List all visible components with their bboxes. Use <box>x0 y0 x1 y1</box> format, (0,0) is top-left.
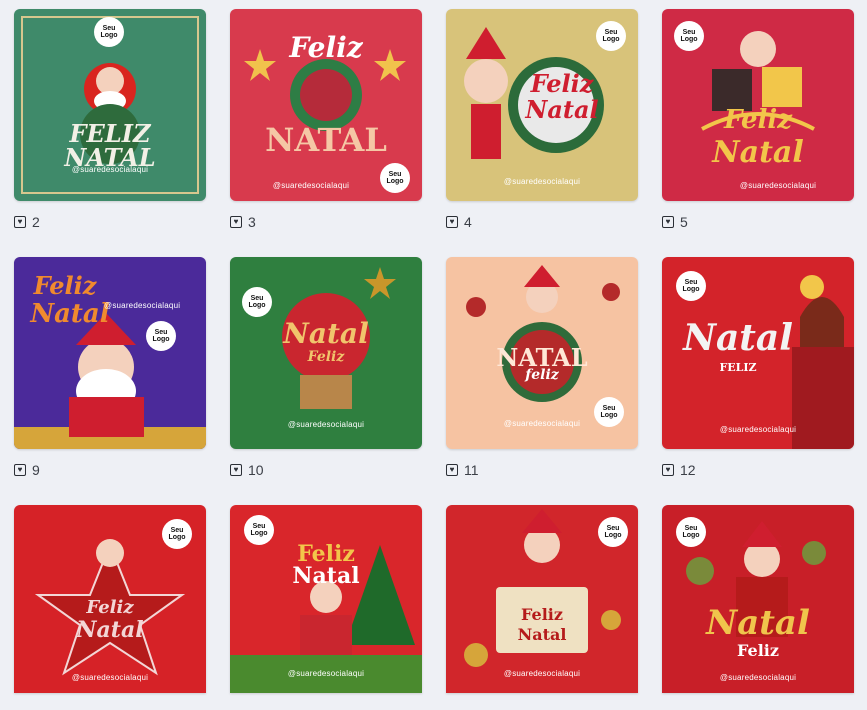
brand-logo: Seu Logo <box>676 517 706 547</box>
card-thumbnail[interactable]: Seu Logo FELIZ NATAL @suaredesocialaqui <box>14 9 206 201</box>
greeting-bottom: feliz <box>525 367 559 383</box>
card-meta: ♥ 2 <box>14 213 206 231</box>
card-meta: ♥ 9 <box>14 461 206 479</box>
greeting-top: Natal <box>283 317 369 350</box>
card-thumbnail[interactable]: Seu Logo Feliz Natal @suaredesocialaqui <box>14 257 206 449</box>
card-thumbnail[interactable]: Seu Logo Natal FELIZ @suaredesocialaqui <box>662 257 854 449</box>
greeting-bottom: Natal <box>525 95 599 124</box>
gallery-card[interactable]: Seu Logo NATAL feliz @suaredesocialaqui ♥… <box>446 257 638 479</box>
brand-logo: Seu Logo <box>596 21 626 51</box>
social-handle: @suaredesocialaqui <box>272 181 350 190</box>
likes-count: 11 <box>464 462 479 478</box>
greeting-top: Feliz <box>530 69 594 98</box>
social-handle: @suaredesocialaqui <box>71 673 149 682</box>
gallery-card[interactable]: Seu Logo Feliz NATAL @suaredesocialaqui ♥… <box>230 9 422 231</box>
social-handle: @suaredesocialaqui <box>719 673 797 682</box>
heart-icon[interactable]: ♥ <box>230 216 242 228</box>
greeting-bottom: FELIZ <box>719 361 757 374</box>
likes-count: 10 <box>248 462 264 478</box>
gallery-card[interactable]: Seu Logo Feliz Natal @suaredesocialaqui ♥… <box>662 9 854 231</box>
likes-count: 2 <box>32 214 40 230</box>
greeting-bottom: Natal <box>712 135 804 170</box>
gallery-card[interactable]: Seu Logo Natal Feliz @suaredesocialaqui <box>662 505 854 693</box>
gallery-card[interactable]: Seu Logo Natal Feliz @suaredesocialaqui ♥… <box>230 257 422 479</box>
greeting-bottom: NATAL <box>265 121 387 159</box>
card-thumbnail[interactable]: Seu Logo Feliz Natal @suaredesocialaqui <box>446 9 638 201</box>
card-thumbnail[interactable]: Seu Logo Feliz Natal @suaredesocialaqui <box>662 9 854 201</box>
brand-logo: Seu Logo <box>242 287 272 317</box>
greeting-top: Feliz <box>86 597 134 618</box>
card-thumbnail[interactable]: Seu Logo Natal Feliz @suaredesocialaqui <box>662 505 854 693</box>
heart-icon[interactable]: ♥ <box>230 464 242 476</box>
heart-icon[interactable]: ♥ <box>446 216 458 228</box>
heart-icon[interactable]: ♥ <box>662 216 674 228</box>
greeting-bottom: Natal <box>517 625 567 644</box>
heart-icon[interactable]: ♥ <box>662 464 674 476</box>
social-handle: @suaredesocialaqui <box>104 301 181 310</box>
greeting-bottom: Feliz <box>307 349 345 365</box>
greeting-bottom: Natal <box>292 563 360 589</box>
likes-count: 5 <box>680 214 688 230</box>
card-meta: ♥ 5 <box>662 213 854 231</box>
card-thumbnail[interactable]: Seu Logo Natal Feliz @suaredesocialaqui <box>230 257 422 449</box>
gallery-card[interactable]: Seu Logo Feliz Natal @suaredesocialaqui ♥… <box>446 9 638 231</box>
greeting-top: Natal <box>683 317 793 359</box>
gallery-card[interactable]: Seu Logo Feliz Natal @suaredesocialaqui <box>14 505 206 693</box>
card-meta: ♥ 12 <box>662 461 854 479</box>
brand-logo: Seu Logo <box>674 21 704 51</box>
brand-logo: Seu Logo <box>94 17 124 47</box>
social-handle: @suaredesocialaqui <box>739 181 817 190</box>
heart-icon[interactable]: ♥ <box>446 464 458 476</box>
social-handle: @suaredesocialaqui <box>719 425 797 434</box>
brand-logo: Seu Logo <box>162 519 192 549</box>
card-thumbnail[interactable]: Seu Logo Feliz Natal @suaredesocialaqui <box>230 505 422 693</box>
heart-icon[interactable]: ♥ <box>14 216 26 228</box>
greeting-top: Natal <box>706 603 810 643</box>
social-handle: @suaredesocialaqui <box>287 420 365 429</box>
card-meta: ♥ 3 <box>230 213 422 231</box>
social-handle: @suaredesocialaqui <box>503 177 581 186</box>
social-handle: @suaredesocialaqui <box>503 669 581 678</box>
card-meta: ♥ 11 <box>446 461 638 479</box>
gallery-card[interactable]: Seu Logo FELIZ NATAL @suaredesocialaqui ♥… <box>14 9 206 231</box>
gallery-card[interactable]: Seu Logo Feliz Natal @suaredesocialaqui <box>230 505 422 693</box>
greeting-bottom: Natal <box>76 617 144 643</box>
heart-icon[interactable]: ♥ <box>14 464 26 476</box>
card-meta: ♥ 10 <box>230 461 422 479</box>
social-handle: @suaredesocialaqui <box>71 165 149 174</box>
likes-count: 9 <box>32 462 40 478</box>
gallery-card[interactable]: Seu Logo Natal FELIZ @suaredesocialaqui ♥… <box>662 257 854 479</box>
card-thumbnail[interactable]: Seu Logo NATAL feliz @suaredesocialaqui <box>446 257 638 449</box>
card-thumbnail[interactable]: Seu Logo Feliz Natal @suaredesocialaqui <box>14 505 206 693</box>
card-thumbnail[interactable]: Seu Logo Feliz Natal @suaredesocialaqui <box>446 505 638 693</box>
greeting-top: Feliz <box>33 271 97 300</box>
greeting-top: Feliz <box>521 605 563 624</box>
likes-count: 4 <box>464 214 472 230</box>
card-thumbnail[interactable]: Seu Logo Feliz NATAL @suaredesocialaqui <box>230 9 422 201</box>
gallery-card[interactable]: Seu Logo Feliz Natal @suaredesocialaqui ♥… <box>14 257 206 479</box>
likes-count: 3 <box>248 214 256 230</box>
greeting-bottom: Feliz <box>737 641 779 660</box>
card-meta: ♥ 4 <box>446 213 638 231</box>
gallery-card[interactable]: Seu Logo Feliz Natal @suaredesocialaqui <box>446 505 638 693</box>
likes-count: 12 <box>680 462 696 478</box>
greeting-top: Feliz <box>723 105 793 135</box>
social-handle: @suaredesocialaqui <box>287 669 365 678</box>
brand-logo: Seu Logo <box>598 517 628 547</box>
brand-logo: Seu Logo <box>676 271 706 301</box>
greeting-top: Feliz <box>289 31 363 64</box>
social-handle: @suaredesocialaqui <box>503 419 581 428</box>
